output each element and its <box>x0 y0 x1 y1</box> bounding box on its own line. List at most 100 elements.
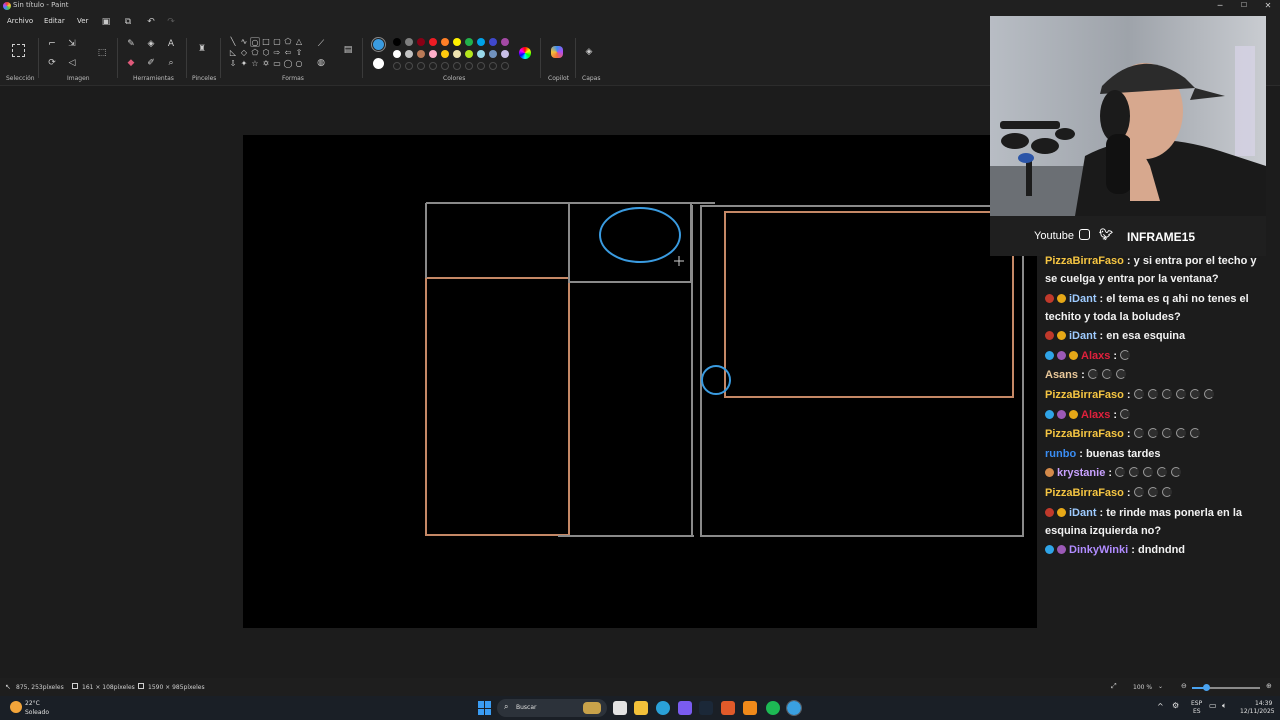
shape-style-icon[interactable]: ▤ <box>342 44 354 56</box>
network-icon[interactable]: ▭ <box>1209 701 1217 710</box>
star5-shape-icon[interactable]: ☆ <box>250 59 260 69</box>
chat-username[interactable]: krystanie <box>1057 467 1105 479</box>
zoom-out-icon[interactable]: ⊖ <box>1181 682 1187 690</box>
zoom-in-icon[interactable]: ⊕ <box>1266 682 1272 690</box>
image-remove-bg-icon[interactable]: ⬚ <box>96 47 108 59</box>
app-icon-3[interactable] <box>743 701 757 715</box>
callout-oval-shape-icon[interactable]: ◯ <box>283 59 293 69</box>
zoom-slider[interactable] <box>1192 684 1260 691</box>
brush-icon[interactable]: ♜ <box>196 43 208 55</box>
menu-ver[interactable]: Ver <box>77 17 88 25</box>
weather-desc[interactable]: Soleado <box>25 709 49 716</box>
close-button[interactable]: ✕ <box>1256 0 1280 12</box>
outline-icon[interactable]: ⟋ <box>315 38 327 50</box>
line-shape-icon[interactable]: ╲ <box>228 37 238 47</box>
chat-username[interactable]: Alaxs <box>1081 409 1110 421</box>
menu-editar[interactable]: Editar <box>44 17 65 25</box>
volume-icon[interactable]: 🔈︎ <box>1222 701 1227 711</box>
palette-swatch[interactable] <box>429 38 437 46</box>
arrow-up-shape-icon[interactable]: ⇧ <box>294 48 304 58</box>
palette-swatch[interactable] <box>429 62 437 70</box>
secondary-color-swatch[interactable] <box>373 58 384 69</box>
weather-temp[interactable]: 22°C <box>25 700 40 707</box>
arrow-right-shape-icon[interactable]: ⇨ <box>272 48 282 58</box>
chat-username[interactable]: DinkyWinki <box>1069 544 1128 556</box>
hexagon-shape-icon[interactable]: ⬡ <box>261 48 271 58</box>
task-view-icon[interactable] <box>613 701 627 715</box>
save-icon[interactable]: ▣ <box>100 16 112 28</box>
primary-color-swatch[interactable] <box>371 37 386 52</box>
palette-swatch[interactable] <box>501 62 509 70</box>
palette-swatch[interactable] <box>441 50 449 58</box>
palette-swatch[interactable] <box>477 62 485 70</box>
clock-date[interactable]: 12/11/2025 <box>1240 708 1275 715</box>
pencil-icon[interactable]: ✎ <box>125 38 137 50</box>
polygon-shape-icon[interactable]: ⬠ <box>283 37 293 47</box>
crop-icon[interactable]: ⌐ <box>46 38 58 50</box>
select-tool-icon[interactable] <box>12 44 25 57</box>
edit-colors-icon[interactable] <box>519 47 531 59</box>
pentagon-shape-icon[interactable]: ⬠ <box>250 48 260 58</box>
zoom-slider-thumb[interactable] <box>1203 684 1210 691</box>
palette-swatch[interactable] <box>501 50 509 58</box>
palette-swatch[interactable] <box>489 50 497 58</box>
palette-swatch[interactable] <box>453 50 461 58</box>
edge-icon[interactable] <box>656 701 670 715</box>
chat-username[interactable]: PizzaBirraFaso <box>1045 255 1124 267</box>
palette-swatch[interactable] <box>465 50 473 58</box>
share-icon[interactable]: ⧉ <box>122 16 134 28</box>
language-primary[interactable]: ESP <box>1191 700 1202 707</box>
chat-username[interactable]: PizzaBirraFaso <box>1045 389 1124 401</box>
app-icon-2[interactable] <box>721 701 735 715</box>
zoom-dropdown-icon[interactable]: ⌄ <box>1158 683 1163 690</box>
copilot-icon[interactable] <box>551 46 563 58</box>
star6-shape-icon[interactable]: ✡ <box>261 59 271 69</box>
palette-swatch[interactable] <box>453 62 461 70</box>
palette-swatch[interactable] <box>393 62 401 70</box>
undo-icon[interactable]: ↶ <box>145 16 157 28</box>
palette-swatch[interactable] <box>405 62 413 70</box>
diamond-shape-icon[interactable]: ◇ <box>239 48 249 58</box>
callout-rect-shape-icon[interactable]: ▭ <box>272 59 282 69</box>
palette-swatch[interactable] <box>501 38 509 46</box>
chat-username[interactable]: iDant <box>1069 507 1097 519</box>
minimize-button[interactable]: ─ <box>1208 0 1232 12</box>
resize-icon[interactable]: ⇲ <box>66 38 78 50</box>
oval-shape-icon[interactable]: ○ <box>250 37 260 47</box>
windows-start-icon[interactable] <box>478 701 492 715</box>
palette-swatch[interactable] <box>489 38 497 46</box>
palette-swatch[interactable] <box>477 50 485 58</box>
fit-to-window-icon[interactable]: ⤢ <box>1111 682 1117 691</box>
arrow-down-shape-icon[interactable]: ⇩ <box>228 59 238 69</box>
palette-swatch[interactable] <box>393 50 401 58</box>
palette-swatch[interactable] <box>405 50 413 58</box>
tray-app-icon[interactable]: ⚙ <box>1172 701 1179 710</box>
callout-cloud-shape-icon[interactable]: ○ <box>294 59 304 69</box>
language-secondary[interactable]: ES <box>1193 708 1201 715</box>
fill-icon[interactable]: ◈ <box>145 38 157 50</box>
text-icon[interactable]: A <box>165 38 177 50</box>
palette-swatch[interactable] <box>417 38 425 46</box>
palette-swatch[interactable] <box>453 38 461 46</box>
spotify-icon[interactable] <box>766 701 780 715</box>
rotate-icon[interactable]: ⟳ <box>46 57 58 69</box>
palette-swatch[interactable] <box>429 50 437 58</box>
chat-username[interactable]: runbo <box>1045 448 1076 460</box>
magnifier-icon[interactable]: ⌕ <box>165 57 177 69</box>
chat-username[interactable]: PizzaBirraFaso <box>1045 487 1124 499</box>
palette-swatch[interactable] <box>405 38 413 46</box>
chat-username[interactable]: PizzaBirraFaso <box>1045 428 1124 440</box>
palette-swatch[interactable] <box>465 62 473 70</box>
chat-username[interactable]: Alaxs <box>1081 350 1110 362</box>
palette-swatch[interactable] <box>441 62 449 70</box>
chat-username[interactable]: iDant <box>1069 330 1097 342</box>
arrow-left-shape-icon[interactable]: ⇦ <box>283 48 293 58</box>
drawing-canvas[interactable] <box>243 135 1037 628</box>
file-explorer-icon[interactable] <box>634 701 648 715</box>
layers-icon[interactable]: ◈ <box>583 46 595 58</box>
palette-swatch[interactable] <box>489 62 497 70</box>
chat-username[interactable]: iDant <box>1069 293 1097 305</box>
palette-swatch[interactable] <box>417 50 425 58</box>
palette-swatch[interactable] <box>441 38 449 46</box>
weather-sun-icon[interactable] <box>10 701 22 713</box>
